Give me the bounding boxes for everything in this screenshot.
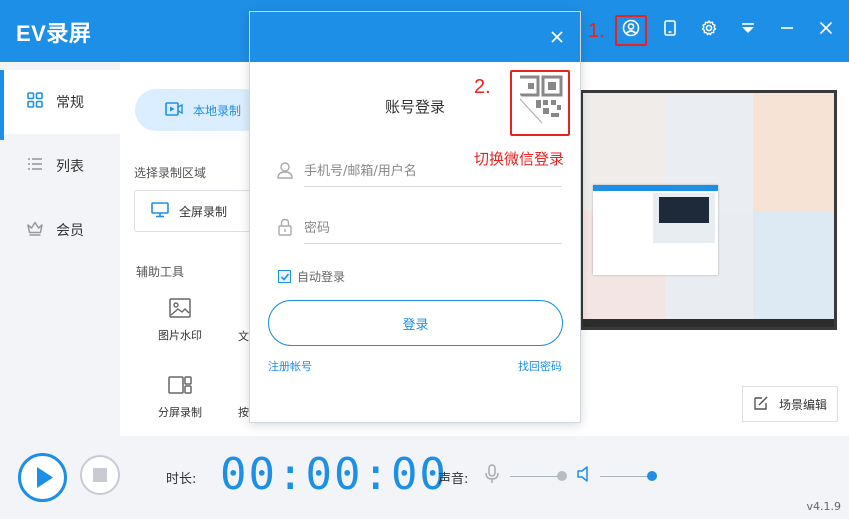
screen-preview [580, 90, 837, 330]
annotation-step-2: 2. [474, 76, 491, 98]
user-button[interactable] [620, 19, 642, 41]
speaker-volume-knob[interactable] [647, 471, 658, 481]
tool-key-partial[interactable]: 按 [238, 404, 249, 420]
settings-button[interactable] [698, 19, 720, 41]
dropdown-icon [739, 19, 757, 41]
tab-label: 本地录制 [193, 103, 242, 118]
user-icon [622, 19, 640, 41]
auto-login-option[interactable]: 自动登录 [278, 268, 345, 285]
minimize-button[interactable] [776, 19, 798, 41]
stop-button[interactable] [80, 455, 120, 495]
sidebar-item-list[interactable]: 列表 [0, 134, 120, 198]
sidebar-item-label: 会员 [56, 223, 84, 239]
app-title: EV录屏 [16, 21, 92, 46]
sidebar-item-label: 列表 [56, 159, 84, 175]
timer-display: 00:00:00 [220, 448, 448, 500]
preview-desktop [583, 93, 834, 327]
split-screen-icon [140, 374, 220, 396]
mic-volume-knob[interactable] [557, 471, 568, 481]
area-label: 选择录制区域 [134, 166, 207, 180]
sound-label: 声音: [438, 472, 469, 487]
duration-label: 时长: [166, 472, 197, 487]
minimize-icon [778, 19, 796, 41]
close-icon [548, 31, 566, 50]
sidebar-item-member[interactable]: 会员 [0, 198, 120, 262]
menu-dropdown-button[interactable] [737, 19, 759, 41]
fullscreen-label: 全屏录制 [179, 204, 228, 219]
record-play-button[interactable] [18, 453, 67, 502]
tablet-button[interactable] [659, 19, 681, 41]
dialog-close-button[interactable] [548, 28, 566, 46]
list-icon [26, 155, 56, 177]
user-icon [276, 161, 304, 183]
edit-icon [753, 395, 779, 414]
tool-split-screen[interactable]: 分屏录制 [140, 374, 220, 420]
scene-edit-button[interactable]: 场景编辑 [742, 386, 838, 422]
microphone-icon[interactable] [484, 464, 500, 488]
tool-text-partial[interactable]: 文 [238, 328, 249, 344]
register-link[interactable]: 注册帐号 [268, 358, 312, 374]
tool-label: 图片水印 [158, 329, 202, 342]
version-label: v4.1.9 [806, 500, 842, 513]
close-button[interactable] [815, 19, 837, 41]
tab-local-recording[interactable]: 本地录制 [135, 89, 265, 131]
speaker-icon[interactable] [576, 466, 592, 486]
auto-login-label: 自动登录 [297, 270, 346, 284]
qr-login-switch[interactable] [510, 70, 570, 136]
bottom-control-bar: 时长: 00:00:00 声音: v4.1.9 [0, 436, 849, 519]
password-field [276, 213, 562, 245]
account-field [276, 156, 562, 188]
account-input[interactable] [304, 157, 562, 187]
tablet-icon [661, 19, 679, 41]
tools-label: 辅助工具 [136, 265, 185, 279]
video-icon [165, 101, 193, 120]
auto-login-checkbox[interactable] [278, 270, 291, 283]
scene-edit-label: 场景编辑 [778, 397, 827, 412]
login-button[interactable]: 登录 [268, 300, 563, 346]
tool-image-watermark[interactable]: 图片水印 [140, 297, 220, 343]
login-dialog: 账号登录 2. 切换微信登录 手机号/邮箱/用户名 自动登录 登录 注册帐号 找… [249, 11, 581, 423]
crown-icon [26, 219, 56, 241]
checkmark-icon [280, 272, 290, 282]
annotation-step-1: 1. [588, 20, 605, 42]
qr-code-icon [515, 75, 564, 131]
image-icon [140, 297, 220, 319]
sidebar: 常规 列表 会员 [0, 62, 120, 436]
gear-icon [700, 19, 718, 41]
tool-label: 分屏录制 [158, 406, 202, 419]
sidebar-item-general[interactable]: 常规 [0, 70, 120, 140]
lock-icon [276, 218, 304, 240]
monitor-icon [151, 201, 179, 221]
forgot-password-link[interactable]: 找回密码 [518, 358, 562, 374]
grid-icon [26, 91, 56, 113]
dialog-header [250, 12, 580, 62]
close-icon [817, 19, 835, 41]
sidebar-item-label: 常规 [56, 95, 84, 111]
password-input[interactable] [304, 214, 562, 244]
